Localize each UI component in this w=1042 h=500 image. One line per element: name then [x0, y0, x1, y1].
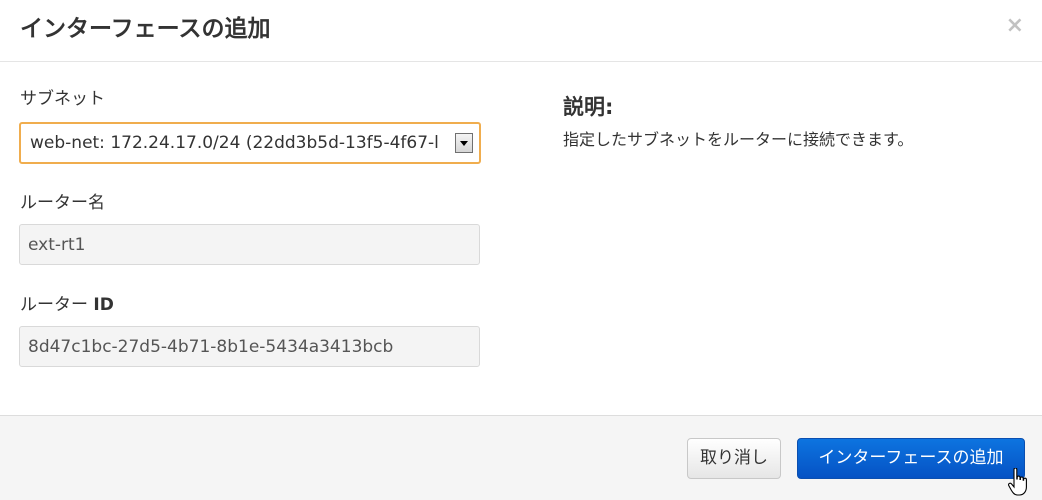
router-name-field[interactable]: ext-rt1 — [19, 224, 480, 265]
hand-pointer-icon — [1008, 468, 1027, 496]
router-name-value: ext-rt1 — [28, 235, 86, 255]
description-text: 指定したサブネットをルーターに接続できます。 — [563, 130, 914, 149]
description-title: 説明: — [563, 95, 614, 119]
router-id-label: ルーター ID — [20, 294, 114, 316]
router-id-label-suffix: ID — [93, 295, 114, 315]
router-id-value: 8d47c1bc-27d5-4b71-8b1e-5434a3413bcb — [28, 337, 394, 357]
dialog-header: インターフェースの追加 × — [0, 0, 1042, 62]
subnet-select[interactable]: web-net: 172.24.17.0/24 (22dd3b5d-13f5-4… — [19, 122, 481, 164]
subnet-label: サブネット — [20, 89, 105, 109]
dialog-footer: 取り消し インターフェースの追加 — [0, 415, 1042, 500]
router-name-label: ルーター名 — [20, 193, 105, 213]
add-interface-dialog: インターフェースの追加 × サブネット web-net: 172.24.17.0… — [0, 0, 1042, 500]
add-interface-button[interactable]: インターフェースの追加 — [797, 438, 1025, 479]
subnet-selected-value: web-net: 172.24.17.0/24 (22dd3b5d-13f5-4… — [30, 133, 439, 153]
dialog-body: サブネット web-net: 172.24.17.0/24 (22dd3b5d-… — [0, 62, 1042, 415]
router-id-label-prefix: ルーター — [20, 295, 94, 315]
router-id-field[interactable]: 8d47c1bc-27d5-4b71-8b1e-5434a3413bcb — [19, 326, 480, 367]
cancel-button[interactable]: 取り消し — [687, 438, 781, 479]
dropdown-arrow-icon[interactable] — [455, 133, 473, 153]
close-icon[interactable]: × — [1006, 14, 1024, 38]
dialog-title: インターフェースの追加 — [20, 16, 271, 42]
